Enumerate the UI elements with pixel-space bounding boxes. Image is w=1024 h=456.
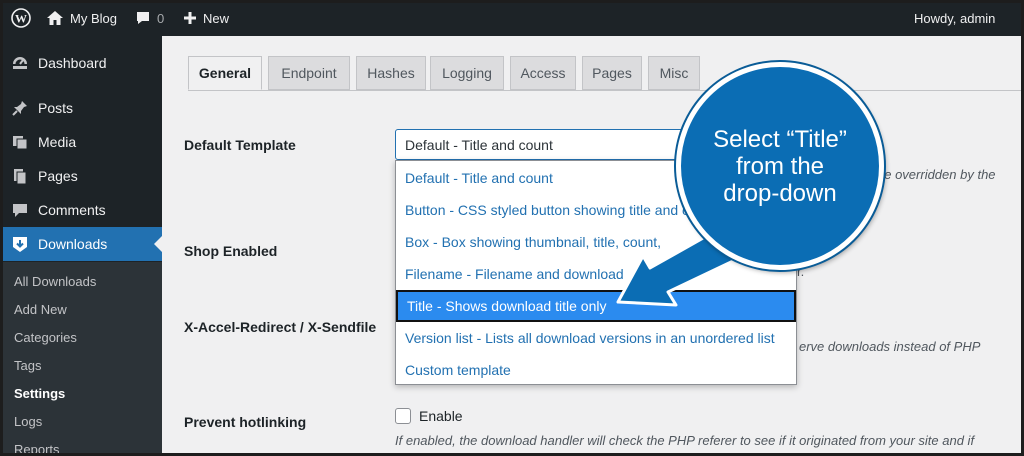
option-filename[interactable]: Filename - Filename and download — [396, 258, 796, 290]
hotlinking-description: If enabled, the download handler will ch… — [395, 433, 975, 448]
submenu-tags[interactable]: Tags — [14, 358, 41, 373]
site-name: My Blog — [70, 10, 117, 26]
comment-count: 0 — [157, 10, 165, 26]
sidebar-item-downloads[interactable]: Downloads — [0, 227, 162, 261]
hotlinking-label: Prevent hotlinking — [184, 414, 307, 430]
wordpress-logo-icon[interactable]: W — [11, 0, 31, 36]
media-icon — [10, 132, 30, 152]
site-name-link[interactable]: My Blog — [46, 0, 117, 36]
submenu-all-downloads[interactable]: All Downloads — [14, 274, 96, 289]
sidebar-item-label: Pages — [38, 168, 78, 184]
tab-pages[interactable]: Pages — [582, 56, 642, 90]
sidebar-item-comments[interactable]: Comments — [0, 193, 162, 227]
svg-text:W: W — [15, 12, 27, 26]
callout-text: Select “Title” from the drop-down — [713, 125, 847, 207]
option-custom-template[interactable]: Custom template — [396, 354, 796, 386]
hotlinking-checkbox[interactable] — [395, 408, 411, 424]
sidebar-item-media[interactable]: Media — [0, 125, 162, 159]
greeting: Howdy, admin — [914, 10, 996, 26]
select-value: Default - Title and count — [405, 136, 553, 153]
submenu-logs[interactable]: Logs — [14, 414, 42, 429]
xaccel-label: X-Accel-Redirect / X-Sendfile — [184, 319, 377, 335]
submenu-categories[interactable]: Categories — [14, 330, 77, 345]
default-template-label: Default Template — [184, 137, 296, 153]
sidebar-item-posts[interactable]: Posts — [0, 91, 162, 125]
comment-bubble-icon — [135, 10, 151, 26]
comment-icon — [10, 200, 30, 220]
new-content-link[interactable]: New — [183, 0, 229, 36]
pages-icon — [10, 166, 30, 186]
home-icon — [46, 10, 64, 26]
sidebar-item-label: Downloads — [38, 236, 108, 252]
download-icon — [10, 234, 30, 254]
hotlinking-checkbox-label[interactable]: Enable — [419, 408, 463, 424]
tab-logging[interactable]: Logging — [430, 56, 504, 90]
option-version-list[interactable]: Version list - Lists all download versio… — [396, 322, 796, 354]
shop-enabled-label: Shop Enabled — [184, 243, 278, 259]
sidebar-item-label: Dashboard — [38, 55, 107, 71]
tab-endpoint[interactable]: Endpoint — [268, 56, 350, 90]
sidebar-item-label: Posts — [38, 100, 74, 116]
sidebar-item-label: Comments — [38, 202, 106, 218]
admin-sidebar: Dashboard Posts Media Pages Comments Dow… — [0, 36, 162, 456]
instruction-callout: Select “Title” from the drop-down — [676, 62, 884, 270]
sidebar-item-dashboard[interactable]: Dashboard — [0, 46, 162, 80]
sidebar-item-pages[interactable]: Pages — [0, 159, 162, 193]
tab-access[interactable]: Access — [510, 56, 576, 90]
option-title[interactable]: Title - Shows download title only — [396, 290, 796, 322]
submenu-reports[interactable]: Reports — [14, 442, 60, 456]
xaccel-description: erve downloads instead of PHP — [799, 339, 981, 354]
admin-bar: W My Blog 0 New Howdy, admin — [0, 0, 1024, 36]
tab-misc[interactable]: Misc — [648, 56, 700, 90]
tab-general[interactable]: General — [188, 56, 262, 90]
pin-icon — [10, 98, 30, 118]
settings-main: General Endpoint Hashes Logging Access P… — [162, 36, 1024, 456]
sidebar-item-label: Media — [38, 134, 77, 150]
downloads-submenu: All Downloads Add New Categories Tags Se… — [0, 262, 162, 456]
submenu-settings[interactable]: Settings — [14, 386, 65, 401]
howdy-account-link[interactable]: Howdy, admin — [914, 0, 995, 36]
plus-icon — [183, 11, 197, 25]
tab-divider — [188, 90, 1024, 91]
submenu-add-new[interactable]: Add New — [14, 302, 67, 317]
new-label: New — [203, 10, 230, 26]
comments-link[interactable]: 0 — [135, 0, 164, 36]
tab-hashes[interactable]: Hashes — [356, 56, 426, 90]
default-template-description: be overridden by the — [877, 167, 996, 182]
dashboard-icon — [10, 53, 30, 73]
